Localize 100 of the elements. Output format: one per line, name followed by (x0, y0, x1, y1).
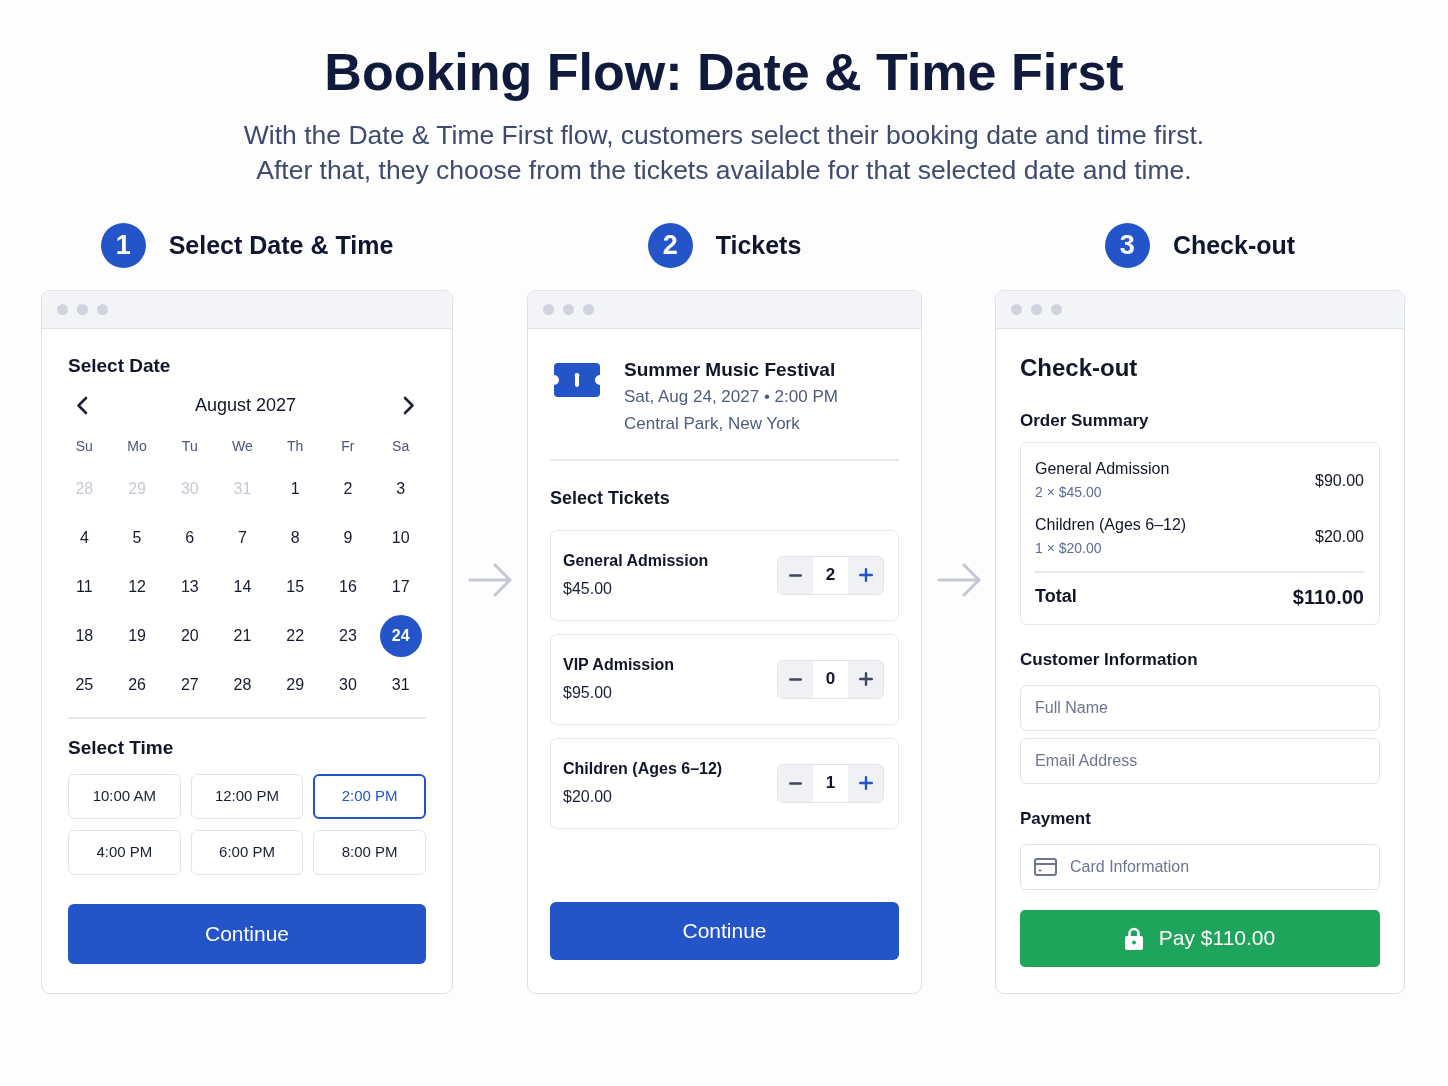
ticket-price: $45.00 (563, 579, 613, 599)
event-location: Central Park, New York (624, 413, 801, 435)
item-amount: $90.00 (1315, 471, 1364, 491)
ticket-name: VIP Admission (563, 655, 675, 675)
arrow-right-icon (468, 563, 512, 597)
calendar-day[interactable]: 25 (63, 663, 106, 706)
plus-icon (858, 776, 873, 790)
page-title: Booking Flow: Date & Time First (324, 42, 1124, 103)
calendar-day[interactable]: 13 (168, 565, 211, 608)
step-number: 2 (647, 222, 693, 268)
decrease-button[interactable] (778, 764, 813, 802)
total-amount: $110.00 (1292, 584, 1364, 610)
calendar-day[interactable]: 24 (379, 614, 422, 657)
page-subtitle: With the Date & Time First flow, customers select their booking date and time first. After that, they choose from the tickets available for that selected date and time. (243, 119, 1205, 187)
calendar-day[interactable]: 26 (116, 663, 159, 706)
time-slot-button[interactable]: 2:00 PM (313, 773, 426, 819)
calendar-day[interactable]: 7 (221, 516, 264, 559)
step-title: Tickets (715, 230, 802, 261)
ticket-price: $95.00 (563, 683, 613, 703)
calendar-day[interactable]: 19 (116, 614, 159, 657)
card-field[interactable]: Card Information (1020, 843, 1380, 890)
calendar-day[interactable]: 28 (221, 663, 264, 706)
text-field[interactable]: Full Name (1020, 684, 1380, 731)
decrease-button[interactable] (778, 556, 813, 594)
time-slot-button[interactable]: 8:00 PM (313, 829, 426, 875)
text-field[interactable]: Email Address (1020, 737, 1380, 784)
item-detail: 1 × $20.00 (1035, 539, 1103, 558)
section-heading: Customer Information (1020, 648, 1198, 671)
calendar-day[interactable]: 20 (168, 614, 211, 657)
total-label: Total (1035, 585, 1077, 608)
ticket-icon (554, 363, 600, 397)
plus-icon (858, 568, 873, 582)
increase-button[interactable] (848, 764, 883, 802)
section-heading: Order Summary (1020, 410, 1149, 432)
time-slot-button[interactable]: 6:00 PM (190, 829, 304, 875)
calendar-day[interactable]: 10 (379, 516, 422, 559)
chevron-right-icon (403, 395, 415, 415)
window-dots-icon (543, 304, 594, 315)
weekday-label: Tu (181, 436, 198, 456)
weekday-label: Su (75, 436, 93, 456)
item-name: General Admission (1035, 459, 1170, 479)
calendar-day[interactable]: 14 (221, 565, 264, 608)
section-heading: Select Tickets (550, 486, 670, 510)
prev-month-button[interactable] (76, 395, 88, 415)
section-heading: Select Time (68, 735, 174, 760)
weekday-label: Sa (392, 436, 410, 456)
time-slot-button[interactable]: 12:00 PM (190, 773, 304, 819)
chevron-left-icon (76, 395, 88, 415)
event-name: Summer Music Festival (624, 358, 837, 382)
decrease-button[interactable] (778, 660, 813, 698)
month-label: August 2027 (194, 393, 297, 417)
calendar-day[interactable]: 31 (379, 663, 422, 706)
minus-icon (789, 781, 802, 785)
step-number: 3 (1104, 222, 1150, 268)
increase-button[interactable] (848, 556, 883, 594)
time-slot-button[interactable]: 4:00 PM (68, 829, 181, 875)
weekday-label: We (232, 436, 253, 456)
calendar-day[interactable]: 8 (274, 516, 317, 559)
calendar-day[interactable]: 17 (379, 565, 422, 608)
time-slot-button[interactable]: 10:00 AM (68, 773, 181, 819)
step-title: Check-out (1172, 230, 1296, 261)
calendar-day[interactable]: 1 (274, 467, 317, 510)
event-datetime: Sat, Aug 24, 2027 • 2:00 PM (624, 386, 838, 408)
calendar-day[interactable]: 3 (379, 467, 422, 510)
calendar-day[interactable]: 27 (168, 663, 211, 706)
item-detail: 2 × $45.00 (1035, 483, 1103, 502)
plus-icon (858, 672, 873, 686)
calendar-day[interactable]: 16 (326, 565, 369, 608)
item-amount: $20.00 (1315, 527, 1364, 547)
section-heading: Payment (1020, 807, 1091, 830)
continue-button[interactable]: Continue (550, 901, 899, 960)
credit-card-icon (1034, 857, 1057, 876)
calendar-day[interactable]: 29 (274, 663, 317, 706)
item-name: Children (Ages 6–12) (1035, 515, 1187, 535)
increase-button[interactable] (848, 660, 883, 698)
window-dots-icon (57, 304, 108, 315)
calendar-day[interactable]: 2 (326, 467, 369, 510)
step-number: 1 (100, 222, 146, 268)
calendar-day[interactable]: 21 (221, 614, 264, 657)
minus-icon (789, 573, 802, 577)
calendar-day[interactable]: 23 (326, 614, 369, 657)
ticket-name: Children (Ages 6–12) (563, 759, 723, 779)
calendar-day[interactable]: 9 (326, 516, 369, 559)
lock-icon (1124, 926, 1143, 950)
calendar-day[interactable]: 12 (116, 565, 159, 608)
calendar-day[interactable]: 11 (63, 565, 106, 608)
next-month-button[interactable] (403, 395, 415, 415)
window-dots-icon (1011, 304, 1062, 315)
calendar-day[interactable]: 18 (63, 614, 106, 657)
weekday-label: Fr (341, 436, 355, 456)
step-title: Select Date & Time (168, 230, 394, 261)
calendar-day[interactable]: 6 (168, 516, 211, 559)
calendar-day[interactable]: 4 (63, 516, 106, 559)
minus-icon (789, 677, 802, 681)
calendar-day[interactable]: 30 (326, 663, 369, 706)
calendar-day[interactable]: 15 (274, 565, 317, 608)
calendar-day[interactable]: 5 (116, 516, 159, 559)
calendar-day[interactable]: 22 (274, 614, 317, 657)
continue-button[interactable]: Continue (68, 903, 426, 964)
checkout-title: Check-out (1020, 353, 1138, 383)
